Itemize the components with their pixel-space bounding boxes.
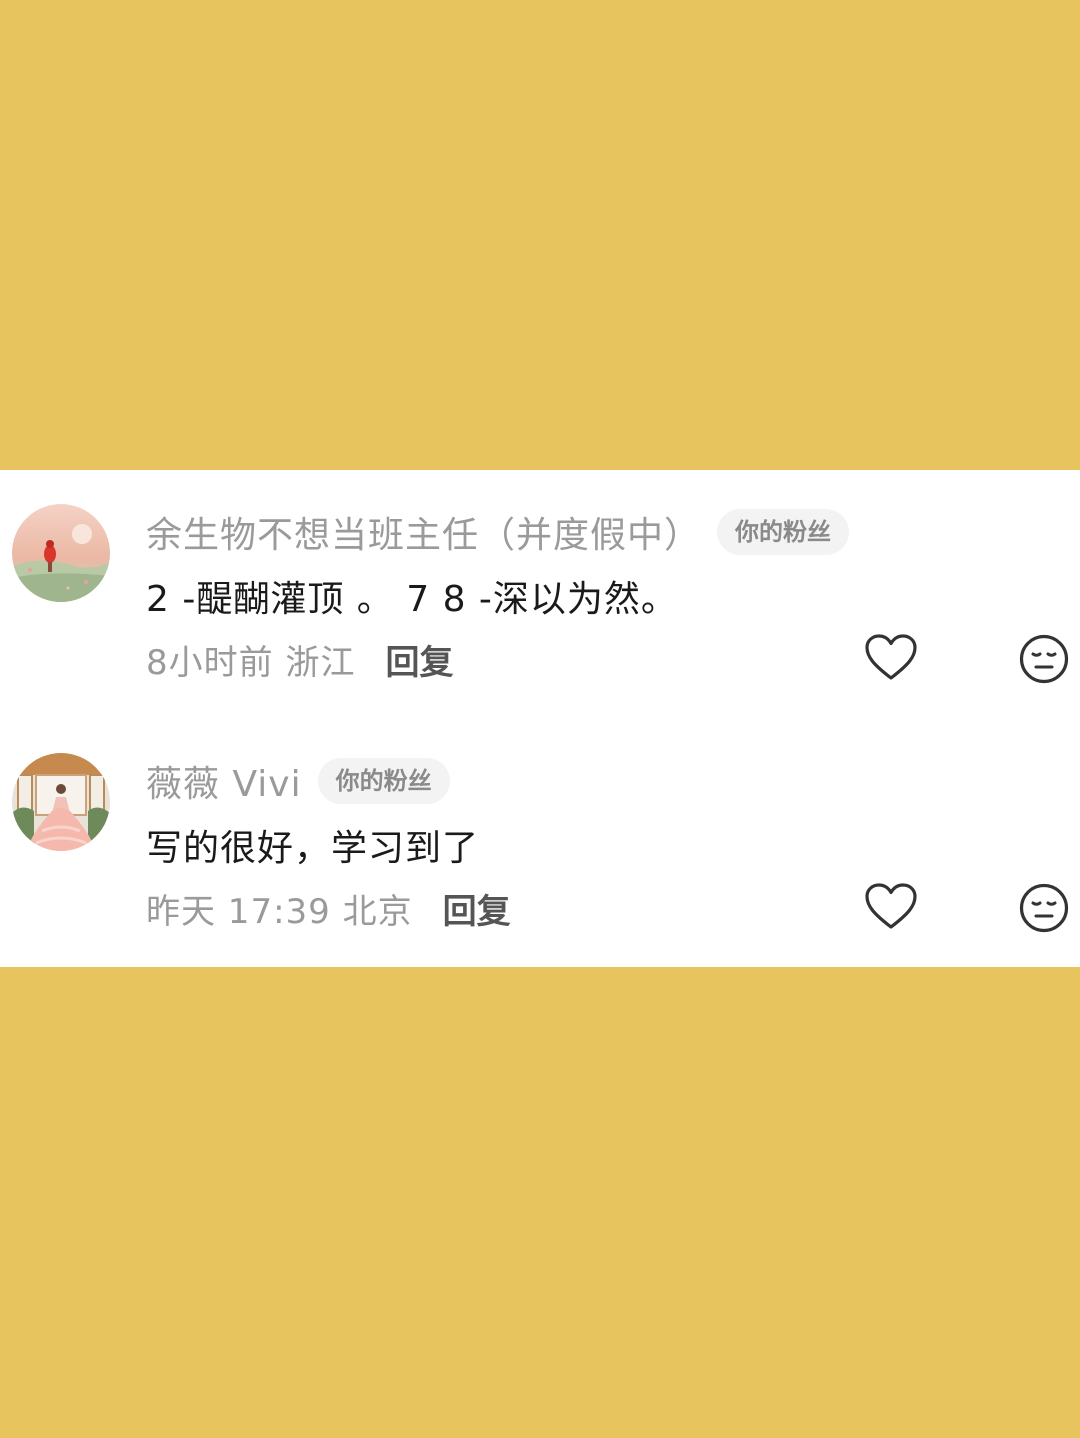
reply-button[interactable]: 回复 (443, 884, 511, 933)
comment-text: 2 -醍醐灌顶 。 7 8 -深以为然。 (146, 579, 678, 620)
heart-outline-icon (865, 634, 917, 680)
dislike-button[interactable] (1018, 882, 1070, 934)
avatar[interactable] (12, 504, 110, 602)
reply-button[interactable]: 回复 (385, 635, 453, 684)
username[interactable]: 薇薇 Vivi (146, 755, 302, 807)
like-button[interactable] (864, 882, 918, 932)
neutral-face-icon (1019, 634, 1069, 684)
like-button[interactable] (864, 633, 918, 683)
name-row: 薇薇 Vivi 你的粉丝 (146, 755, 450, 807)
username[interactable]: 余生物不想当班主任（并度假中） (146, 506, 701, 558)
name-row: 余生物不想当班主任（并度假中） 你的粉丝 (146, 506, 850, 558)
avatar-illustration-icon (12, 504, 110, 602)
dislike-button[interactable] (1018, 633, 1070, 685)
comments-panel: 余生物不想当班主任（并度假中） 你的粉丝 2 -醍醐灌顶 。 7 8 -深以为然… (0, 470, 1080, 967)
heart-outline-icon (865, 883, 917, 929)
meta-row: 昨天 17:39 北京 回复 (146, 884, 511, 933)
meta-row: 8小时前 浙江 回复 (146, 635, 453, 684)
comment-item: 薇薇 Vivi 你的粉丝 写的很好，学习到了 昨天 17:39 北京 回复 (0, 749, 1080, 949)
neutral-face-icon (1019, 883, 1069, 933)
fan-badge: 你的粉丝 (717, 509, 850, 555)
comment-item: 余生物不想当班主任（并度假中） 你的粉丝 2 -醍醐灌顶 。 7 8 -深以为然… (0, 500, 1080, 700)
comment-time-location: 昨天 17:39 北京 (146, 891, 413, 932)
comment-time-location: 8小时前 浙江 (146, 642, 356, 683)
comment-text: 写的很好，学习到了 (146, 828, 480, 869)
avatar[interactable] (12, 753, 110, 851)
fan-badge: 你的粉丝 (317, 758, 450, 804)
avatar-photo-icon (12, 753, 110, 851)
